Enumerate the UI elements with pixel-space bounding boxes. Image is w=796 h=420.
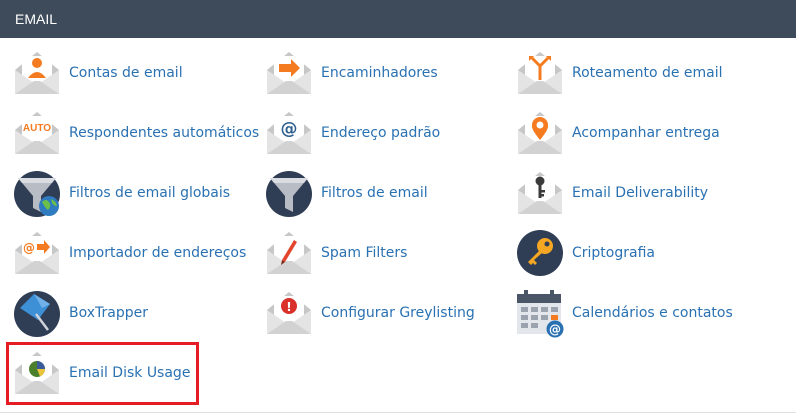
- default-address-link[interactable]: @ Endereço padrão: [264, 103, 440, 163]
- autoresponders-link[interactable]: AUTO Respondentes automáticos: [12, 103, 259, 163]
- calendars-contacts-link[interactable]: @ Calendários e contatos: [515, 283, 733, 343]
- address-importer-label: Importador de endereços: [69, 245, 247, 261]
- boxtrapper-label: BoxTrapper: [69, 305, 148, 321]
- section-title: EMAIL: [15, 11, 58, 27]
- calendars-contacts-icon: @: [517, 290, 564, 338]
- email-panel: EMAIL Contas de email Encaminhadores Rot…: [0, 0, 796, 420]
- email-routing-link[interactable]: Roteamento de email: [515, 43, 723, 103]
- default-address-icon: @: [264, 108, 314, 158]
- email-accounts-link[interactable]: Contas de email: [12, 43, 183, 103]
- email-deliverability-icon: [515, 168, 565, 218]
- encryption-icon: [517, 230, 563, 276]
- track-delivery-icon: [515, 108, 565, 158]
- boxtrapper-icon: [14, 291, 60, 337]
- email-accounts-icon: [12, 48, 62, 98]
- forwarders-icon: [264, 48, 314, 98]
- highlight-box: [6, 342, 199, 405]
- address-importer-link[interactable]: @ Importador de endereços: [12, 223, 246, 283]
- autoresponders-icon: AUTO: [12, 108, 62, 158]
- email-deliverability-label: Email Deliverability: [572, 185, 709, 201]
- email-accounts-label: Contas de email: [69, 65, 183, 81]
- forwarders-label: Encaminhadores: [321, 65, 438, 81]
- calendars-contacts-label: Calendários e contatos: [572, 305, 733, 321]
- track-delivery-link[interactable]: Acompanhar entrega: [515, 103, 720, 163]
- encryption-label: Criptografia: [572, 245, 655, 261]
- email-routing-label: Roteamento de email: [572, 65, 723, 81]
- email-filters-icon: [264, 168, 314, 218]
- address-importer-icon: @: [12, 228, 62, 278]
- default-address-label: Endereço padrão: [321, 125, 441, 141]
- greylisting-link[interactable]: ! Configurar Greylisting: [264, 283, 475, 343]
- encryption-link[interactable]: Criptografia: [515, 223, 655, 283]
- track-delivery-label: Acompanhar entrega: [572, 125, 720, 141]
- email-filters-link[interactable]: Filtros de email: [264, 163, 428, 223]
- section-header: EMAIL: [0, 0, 796, 38]
- email-deliverability-link[interactable]: Email Deliverability: [515, 163, 708, 223]
- auto-badge: AUTO: [23, 123, 51, 134]
- panel-bottom-border: [0, 412, 796, 413]
- email-routing-icon: [515, 48, 565, 98]
- global-email-filters-link[interactable]: Filtros de email globais: [12, 163, 230, 223]
- greylisting-icon: !: [264, 288, 314, 338]
- spam-filters-label: Spam Filters: [321, 245, 408, 261]
- spam-filters-link[interactable]: Spam Filters: [264, 223, 407, 283]
- global-email-filters-label: Filtros de email globais: [69, 185, 231, 201]
- at-badge: @: [281, 119, 298, 139]
- greylisting-label: Configurar Greylisting: [321, 305, 475, 321]
- at-badge: @: [23, 241, 35, 255]
- autoresponders-label: Respondentes automáticos: [69, 125, 260, 141]
- boxtrapper-link[interactable]: BoxTrapper: [12, 283, 148, 343]
- spam-filters-icon: [264, 228, 314, 278]
- forwarders-link[interactable]: Encaminhadores: [264, 43, 438, 103]
- global-email-filters-icon: [12, 168, 62, 218]
- at-badge: @: [549, 323, 561, 337]
- alert-badge: !: [286, 300, 291, 314]
- email-filters-label: Filtros de email: [321, 185, 428, 201]
